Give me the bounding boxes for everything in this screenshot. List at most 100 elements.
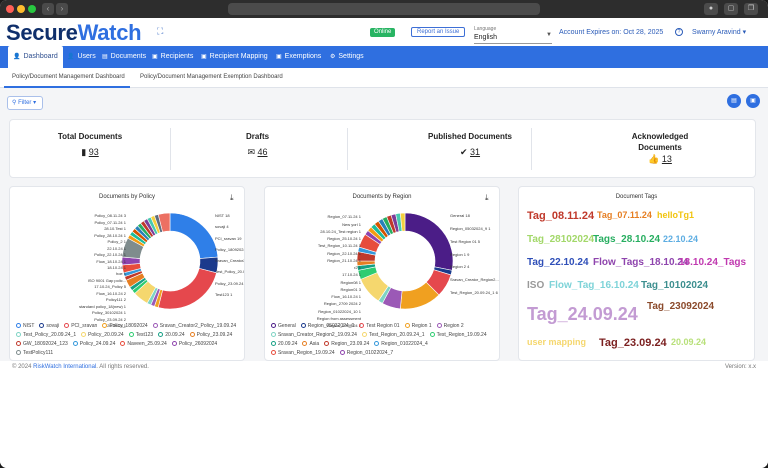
published-value[interactable]: 31 bbox=[470, 147, 480, 157]
slice-label: PCI_sravan 19 bbox=[215, 235, 242, 241]
tag-item[interactable]: 22.10.24 bbox=[663, 234, 698, 244]
menu-item-exemptions[interactable]: ▣ Exemptions bbox=[271, 46, 326, 68]
legend-item[interactable]: Region_01022024_4 bbox=[374, 340, 428, 349]
legend-item[interactable]: Region_23.09.24 bbox=[324, 340, 369, 349]
close-window-icon[interactable] bbox=[6, 5, 14, 13]
donut-slice[interactable] bbox=[404, 212, 454, 271]
menu-item-recipients[interactable]: ▣ Recipients bbox=[147, 46, 198, 68]
legend-item[interactable]: Test_Region_19.09.24 bbox=[429, 331, 487, 340]
tag-item[interactable]: 18.10.24_Tags bbox=[679, 257, 746, 268]
legend-item[interactable]: General bbox=[271, 322, 296, 331]
legend-swatch bbox=[16, 323, 21, 328]
legend-item[interactable]: Test123 bbox=[128, 331, 154, 340]
tag-item[interactable]: Tag_23092024 bbox=[647, 301, 714, 312]
legend-item[interactable]: 20.09.24 bbox=[271, 340, 297, 349]
minimize-window-icon[interactable] bbox=[17, 5, 25, 13]
region-legend: General Region_05032024_9 Test Region 01 Re… bbox=[271, 322, 499, 358]
tag-item[interactable]: user mapping bbox=[527, 337, 586, 347]
legend-item[interactable]: Asia bbox=[302, 340, 319, 349]
tag-item[interactable]: Tag_23.09.24 bbox=[599, 337, 667, 349]
legend-item[interactable]: Policy_20.09.24 bbox=[81, 331, 124, 340]
legend-label: Region 2 bbox=[443, 323, 464, 329]
slice-label: Policy_30102024 1 bbox=[91, 310, 126, 316]
tab-exemption-dashboard[interactable]: Policy/Document Management Exemption Das… bbox=[140, 74, 283, 80]
legend-item[interactable]: Sravan_Region_19.09.24 bbox=[271, 349, 335, 358]
legend-item[interactable]: PCI_sravan bbox=[64, 322, 97, 331]
share-icon[interactable]: ▢ bbox=[724, 3, 738, 15]
report-issue-button[interactable]: Report an Issue bbox=[411, 27, 466, 37]
legend-item[interactable]: sovaji bbox=[39, 322, 59, 331]
drafts-value[interactable]: 46 bbox=[258, 147, 268, 157]
tag-item[interactable]: Flow_Tag_16.10.24 bbox=[549, 280, 639, 291]
legend-item[interactable]: Region_05032024_9 bbox=[300, 322, 355, 331]
legend-item[interactable]: Policy_23.09.24 bbox=[189, 331, 232, 340]
legend-item[interactable]: Region 1 bbox=[404, 322, 432, 331]
legend-item[interactable]: TestPolicy111 bbox=[16, 349, 53, 358]
document-tags-card: Document Tags Tag_08.11.24 Tag_07.11.24 he… bbox=[518, 186, 755, 361]
filter-button[interactable]: ⚲ Filter ▾ bbox=[7, 96, 43, 110]
slice-label: 22.10.24 1 bbox=[107, 245, 126, 251]
legend-item[interactable]: Policy_26092024 bbox=[171, 340, 217, 349]
legend-item[interactable]: Region_01022024_7 bbox=[339, 349, 393, 358]
export-pdf-button[interactable]: ▤ bbox=[727, 94, 741, 108]
address-bar[interactable] bbox=[228, 3, 540, 15]
legend-swatch bbox=[374, 341, 380, 346]
chevron-down-icon[interactable]: ▼ bbox=[546, 32, 552, 38]
menu-item-documents[interactable]: ▤ Documents bbox=[97, 46, 151, 68]
download-icon[interactable]: ● bbox=[704, 3, 718, 15]
total-documents-value[interactable]: 93 bbox=[89, 147, 99, 157]
legend-item[interactable]: Region 2 bbox=[436, 322, 464, 331]
browser-forward-icon[interactable]: › bbox=[56, 3, 68, 15]
legend-item[interactable]: GW_18092024_123 bbox=[16, 340, 68, 349]
legend-item[interactable]: Test_Region_20.09.24_1 bbox=[361, 331, 425, 340]
tag-item[interactable]: Tag_22.10.24 bbox=[527, 257, 589, 268]
tag-item[interactable]: Tag_24.09.24 bbox=[527, 304, 638, 325]
legend-label: Test123 bbox=[135, 332, 154, 338]
recipients-icon: ▣ bbox=[152, 54, 158, 60]
menu-item-settings[interactable]: ⚙ Settings bbox=[325, 46, 369, 68]
language-select[interactable]: English bbox=[474, 34, 497, 41]
tag-item[interactable]: Tag_08.11.24 bbox=[527, 210, 594, 222]
securewatch-logo[interactable]: SecureWatch bbox=[6, 20, 142, 46]
document-icon: ▮ bbox=[81, 147, 87, 157]
menu-item-recipient-mapping[interactable]: ▣ Recipient Mapping bbox=[196, 46, 273, 68]
legend-item[interactable]: 20.09.24 bbox=[158, 331, 185, 340]
menu-item-dashboard[interactable]: 👤 Dashboard bbox=[8, 46, 63, 68]
tag-item[interactable]: helloTg1 bbox=[657, 210, 694, 220]
legend-item[interactable]: Policy_24.09.24 bbox=[72, 340, 115, 349]
legend-item[interactable]: Test_Policy_20.09.24_1 bbox=[16, 331, 76, 340]
menu-item-users[interactable]: 👤 Users bbox=[62, 46, 101, 68]
donut-slice[interactable] bbox=[157, 268, 217, 310]
tag-item[interactable]: ISO bbox=[527, 280, 544, 291]
legend-label: Region_01022024_4 bbox=[381, 341, 428, 347]
legend-item[interactable]: Sravan_Creator2_Policy_19.09.24 bbox=[152, 322, 236, 331]
policy-donut-chart[interactable] bbox=[10, 199, 245, 329]
slice-label: Region_22.10.24 1 bbox=[327, 250, 361, 256]
company-link[interactable]: RiskWatch International bbox=[33, 364, 96, 370]
tag-item[interactable]: Tags_28.10.24 bbox=[593, 234, 660, 245]
tag-item[interactable]: Tag_10102024 bbox=[641, 280, 708, 291]
browser-back-icon[interactable]: ‹ bbox=[42, 3, 54, 15]
user-menu[interactable]: Swarny Aravind ▾ bbox=[692, 28, 746, 36]
legend-item[interactable]: Sravan_Creator_Region2_19.09.24 bbox=[271, 331, 357, 340]
legend-item[interactable]: Policy_18092024 bbox=[102, 322, 148, 331]
slice-label: sovaji 4 bbox=[215, 224, 229, 230]
donut-slice[interactable] bbox=[169, 212, 219, 259]
legend-item[interactable]: NIST bbox=[16, 322, 34, 331]
tag-item[interactable]: Tag_07.11.24 bbox=[597, 210, 652, 220]
legend-label: Region_05032024_9 bbox=[307, 323, 355, 329]
expand-icon[interactable]: ⛶ bbox=[157, 26, 163, 37]
tag-item[interactable]: Flow_Tags_18.10.24 bbox=[593, 257, 688, 268]
tag-item[interactable]: 20.09.24 bbox=[671, 337, 706, 347]
help-icon[interactable]: ? bbox=[675, 28, 683, 36]
acknowledged-value[interactable]: 13 bbox=[662, 154, 672, 164]
tabs-icon[interactable]: ❐ bbox=[744, 3, 758, 15]
save-button[interactable]: ▣ bbox=[746, 94, 760, 108]
policy-legend: NIST sovaji PCI_sravan Policy_18092024 Srava… bbox=[16, 322, 244, 358]
slice-label: Region08 1 bbox=[340, 279, 361, 285]
zoom-window-icon[interactable] bbox=[28, 5, 36, 13]
tab-policy-dashboard[interactable]: Policy/Document Management Dashboard bbox=[12, 74, 125, 80]
legend-item[interactable]: Test Region 01 bbox=[359, 322, 400, 331]
tag-item[interactable]: Tag_28102024 bbox=[527, 234, 594, 245]
legend-item[interactable]: Naveen_25.09.24 bbox=[120, 340, 167, 349]
